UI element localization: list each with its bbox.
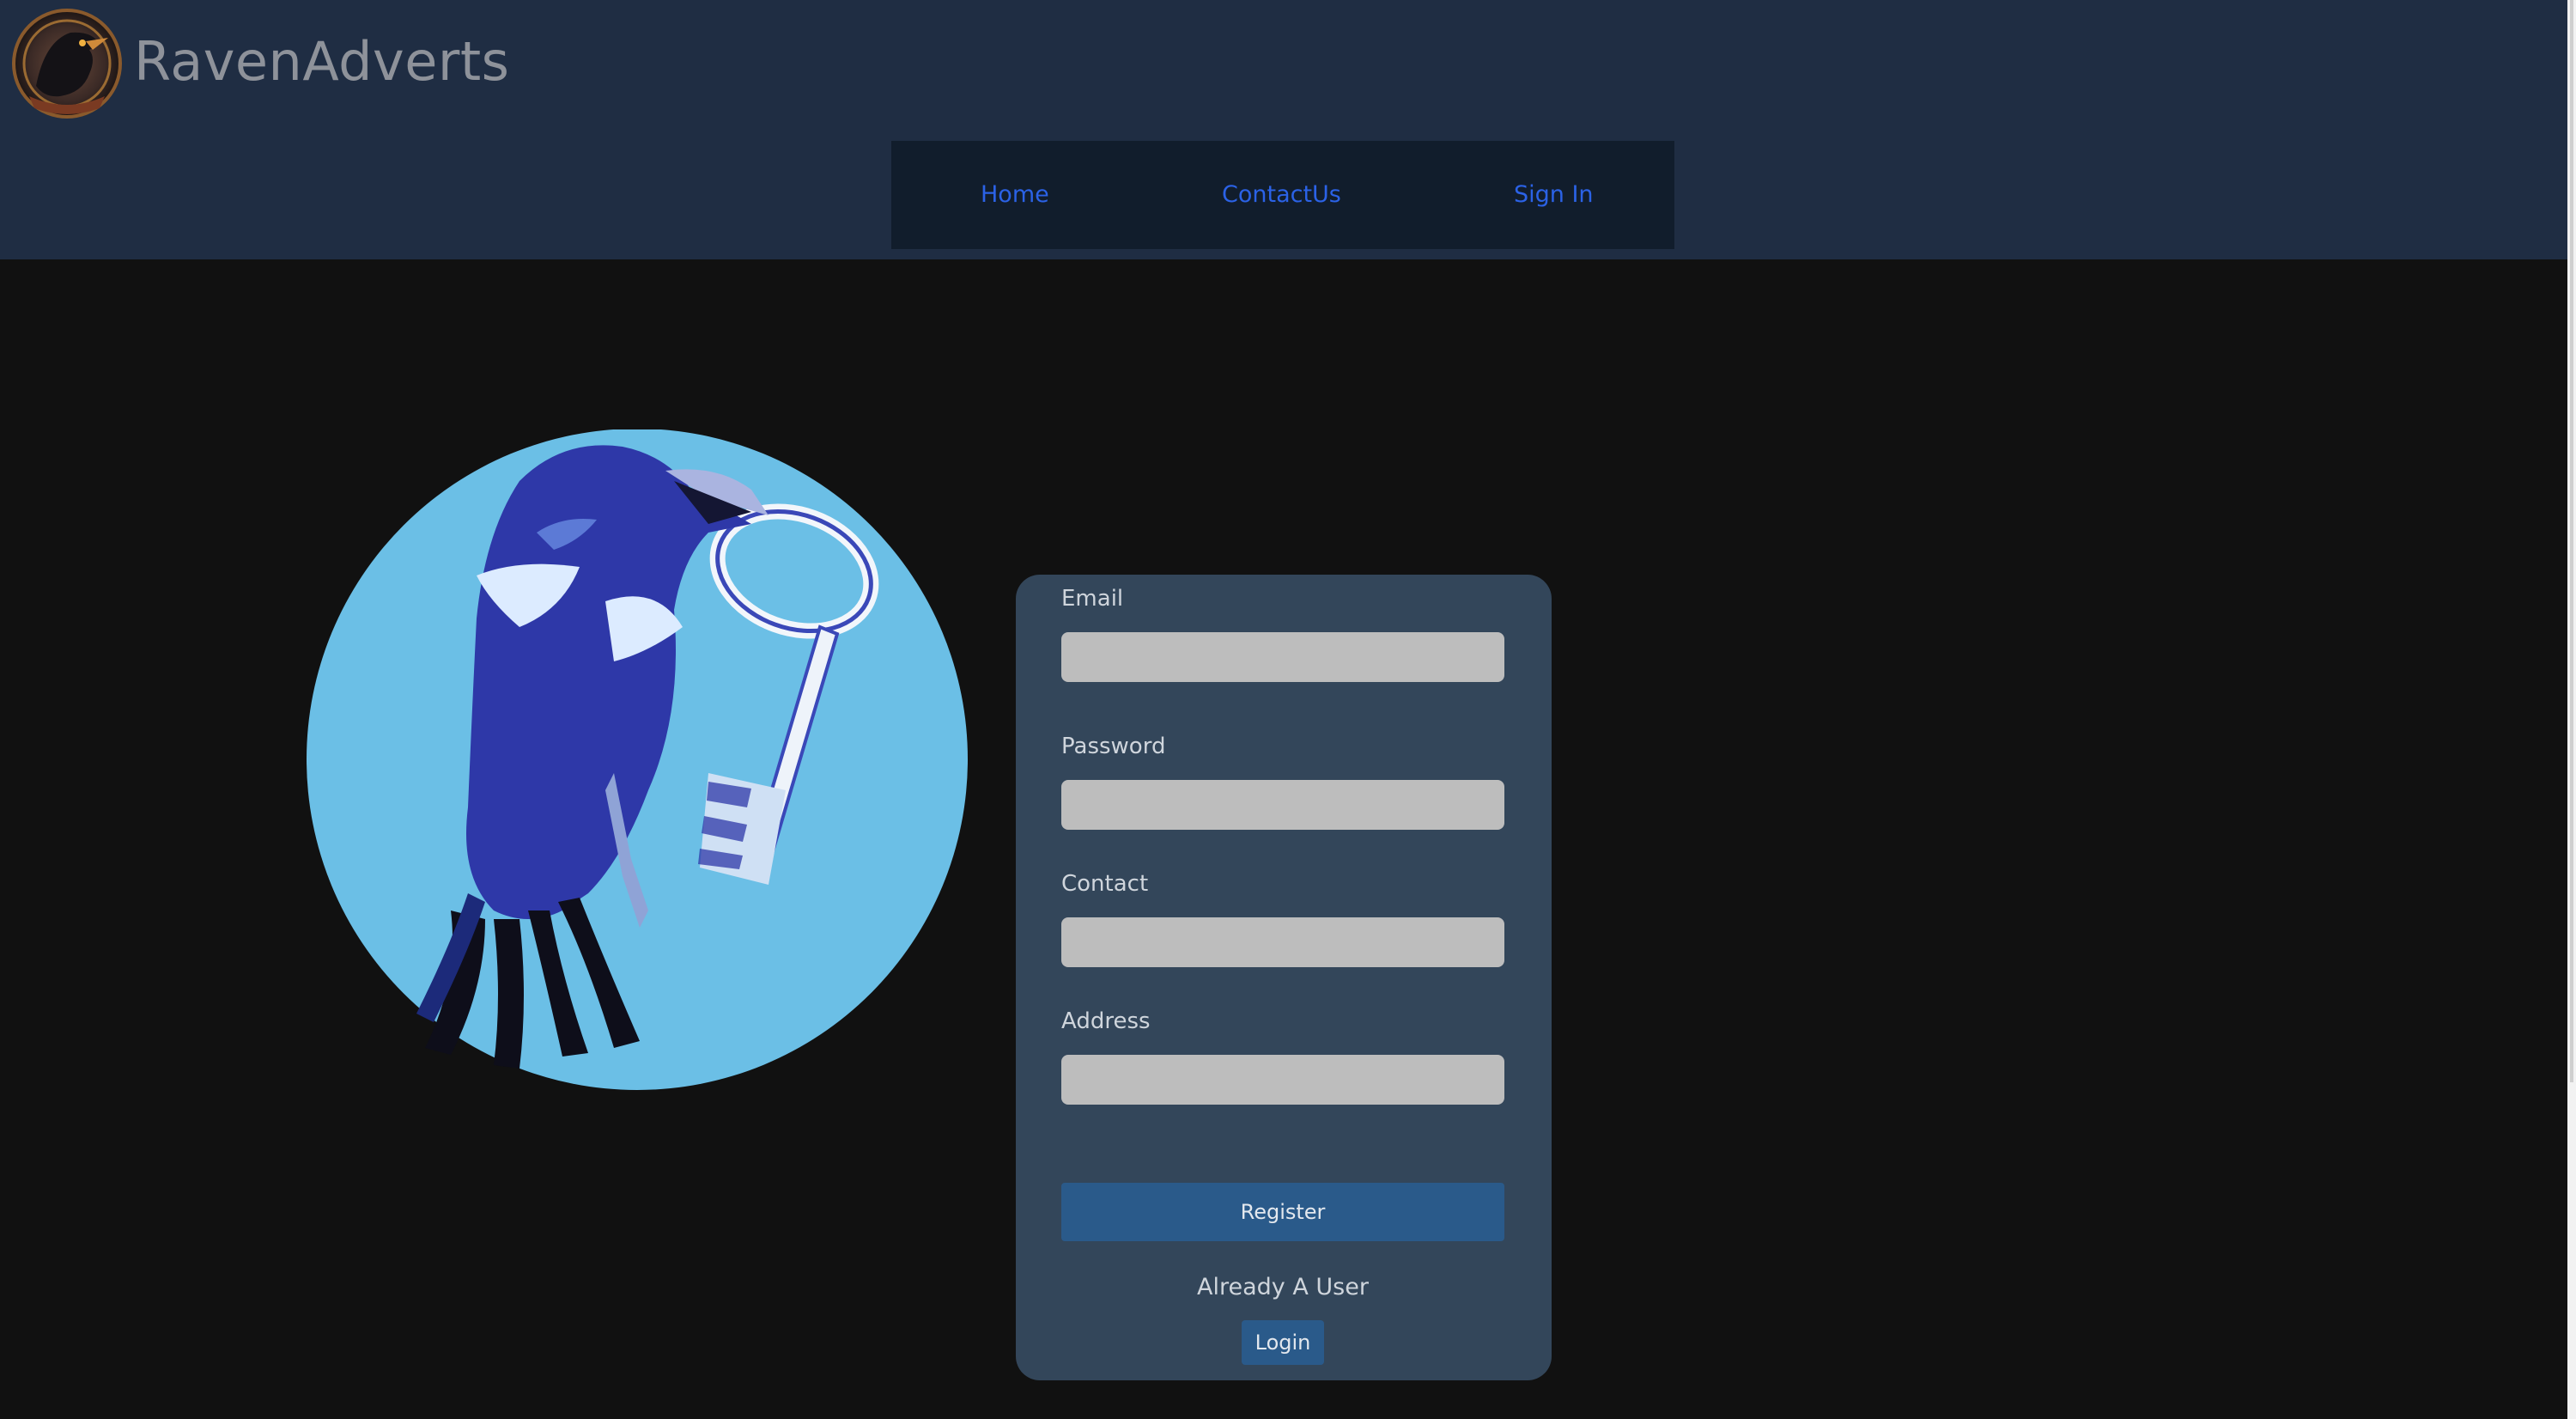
brand-title[interactable]: RavenAdverts bbox=[134, 27, 509, 96]
raven-with-key-illustration bbox=[305, 429, 975, 1117]
page: RavenAdverts Home ContactUs Sign In Emai… bbox=[0, 0, 2576, 1419]
nav-contactus-link[interactable]: ContactUs bbox=[1222, 141, 1341, 249]
register-button[interactable]: Register bbox=[1061, 1183, 1504, 1241]
nav-signin-link[interactable]: Sign In bbox=[1514, 141, 1594, 249]
already-user-text: Already A User bbox=[1197, 1274, 1369, 1300]
address-input[interactable] bbox=[1061, 1055, 1504, 1105]
address-label: Address bbox=[1061, 1008, 1151, 1034]
register-form-card bbox=[1016, 575, 1552, 1380]
site-header: RavenAdverts Home ContactUs Sign In bbox=[0, 0, 2567, 259]
password-label: Password bbox=[1061, 734, 1166, 759]
nav-home-link[interactable]: Home bbox=[981, 141, 1049, 249]
page-scrollbar-thumb[interactable] bbox=[2570, 0, 2573, 1082]
contact-label: Contact bbox=[1061, 871, 1149, 897]
email-input[interactable] bbox=[1061, 632, 1504, 682]
main-nav: Home ContactUs Sign In bbox=[891, 141, 1674, 249]
login-button[interactable]: Login bbox=[1242, 1320, 1324, 1365]
raven-logo-icon[interactable] bbox=[10, 7, 124, 125]
contact-input[interactable] bbox=[1061, 917, 1504, 967]
password-input[interactable] bbox=[1061, 780, 1504, 830]
email-label: Email bbox=[1061, 586, 1124, 612]
